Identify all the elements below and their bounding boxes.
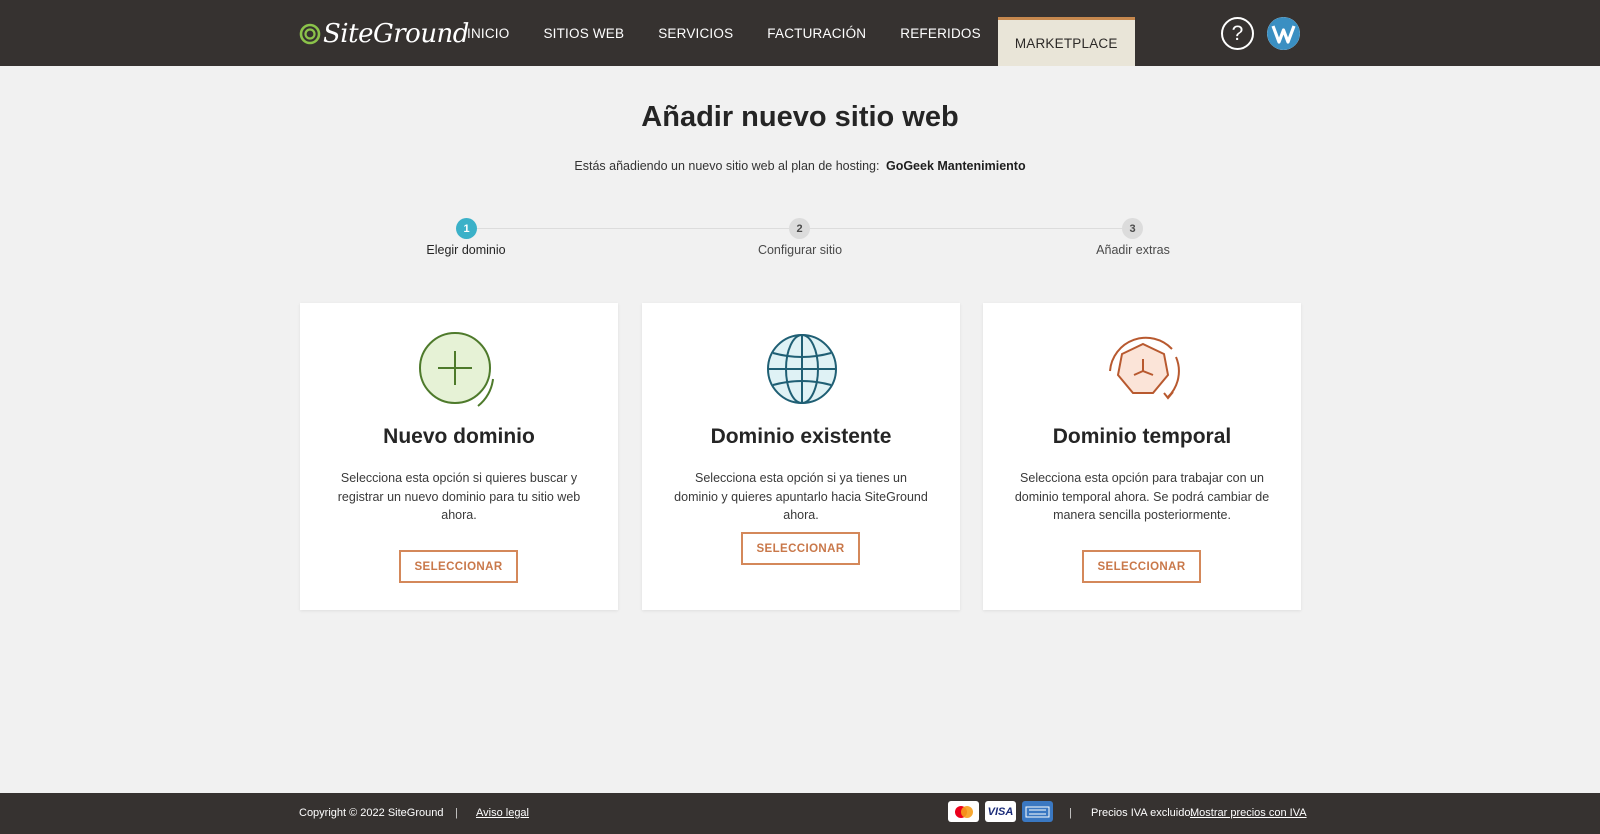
card-title: Dominio existente (710, 425, 892, 448)
card-description: Selecciona esta opción si quieres buscar… (337, 471, 581, 522)
visa-icon: VISA (985, 801, 1016, 822)
main-nav: INICIO SITIOS WEB SERVICIOS FACTURACIÓN … (450, 0, 1135, 66)
hosting-plan-info: Estás añadiendo un nuevo sitio web al pl… (0, 159, 1600, 173)
nav-item-marketplace[interactable]: MARKETPLACE (997, 17, 1135, 66)
step-1-indicator: 1 (456, 218, 477, 239)
footer-separator: | (455, 807, 458, 819)
nav-item-facturacion[interactable]: FACTURACIÓN (750, 0, 883, 66)
card-description: Selecciona esta opción para trabajar con… (1014, 471, 1270, 522)
help-icon[interactable]: ? (1221, 17, 1254, 50)
avatar-monogram-icon (1267, 17, 1300, 50)
option-card-temporary-domain: Dominio temporal Selecciona esta opción … (983, 303, 1301, 610)
stepper-connector (477, 228, 790, 229)
siteground-logo[interactable]: SiteGround (299, 18, 469, 50)
clock-icon (1109, 336, 1180, 400)
card-title: Dominio temporal (1052, 425, 1232, 448)
step-3-indicator: 3 (1122, 218, 1143, 239)
step-3-label: Añadir extras (1096, 243, 1170, 257)
step-2-indicator: 2 (789, 218, 810, 239)
page-title: Añadir nuevo sitio web (641, 101, 959, 133)
footer-separator: | (1069, 807, 1072, 819)
legal-notice-link[interactable]: Aviso legal (476, 807, 529, 819)
footer: Copyright © 2022 SiteGround | Aviso lega… (0, 793, 1600, 834)
select-temporary-domain-button[interactable]: SELECCIONAR (1082, 550, 1201, 583)
option-card-new-domain: Nuevo dominio Selecciona esta opción si … (300, 303, 618, 610)
select-existing-domain-button[interactable]: SELECCIONAR (741, 532, 860, 565)
mastercard-icon (948, 801, 979, 822)
plus-circle-icon (419, 332, 494, 407)
logo-text: SiteGround (323, 19, 469, 49)
plan-name: GoGeek Mantenimiento (885, 159, 1026, 173)
copyright-text: Copyright © 2022 SiteGround (299, 807, 444, 819)
card-title: Nuevo dominio (383, 425, 535, 448)
top-navigation-bar: SiteGround INICIO SITIOS WEB SERVICIOS F… (0, 0, 1600, 66)
step-1-label: Elegir dominio (426, 243, 506, 257)
select-new-domain-button[interactable]: SELECCIONAR (399, 550, 518, 583)
vat-notice: Precios IVA excluido. (1091, 807, 1194, 819)
option-card-existing-domain: Dominio existente Selecciona esta opción… (642, 303, 960, 610)
nav-item-referidos[interactable]: REFERIDOS (883, 0, 998, 66)
user-avatar[interactable] (1267, 17, 1300, 50)
siteground-logo-icon (299, 23, 321, 45)
amex-icon (1022, 801, 1053, 822)
globe-icon (767, 334, 837, 404)
show-prices-with-vat-link[interactable]: Mostrar precios con IVA (1190, 807, 1307, 819)
nav-item-servicios[interactable]: SERVICIOS (641, 0, 750, 66)
stepper-connector (810, 228, 1123, 229)
nav-item-inicio[interactable]: INICIO (450, 0, 526, 66)
step-2-label: Configurar sitio (757, 243, 843, 257)
plan-prefix: Estás añadiendo un nuevo sitio web al pl… (574, 159, 880, 173)
nav-item-sitios-web[interactable]: SITIOS WEB (526, 0, 641, 66)
card-description: Selecciona esta opción si ya tienes un d… (674, 471, 928, 522)
